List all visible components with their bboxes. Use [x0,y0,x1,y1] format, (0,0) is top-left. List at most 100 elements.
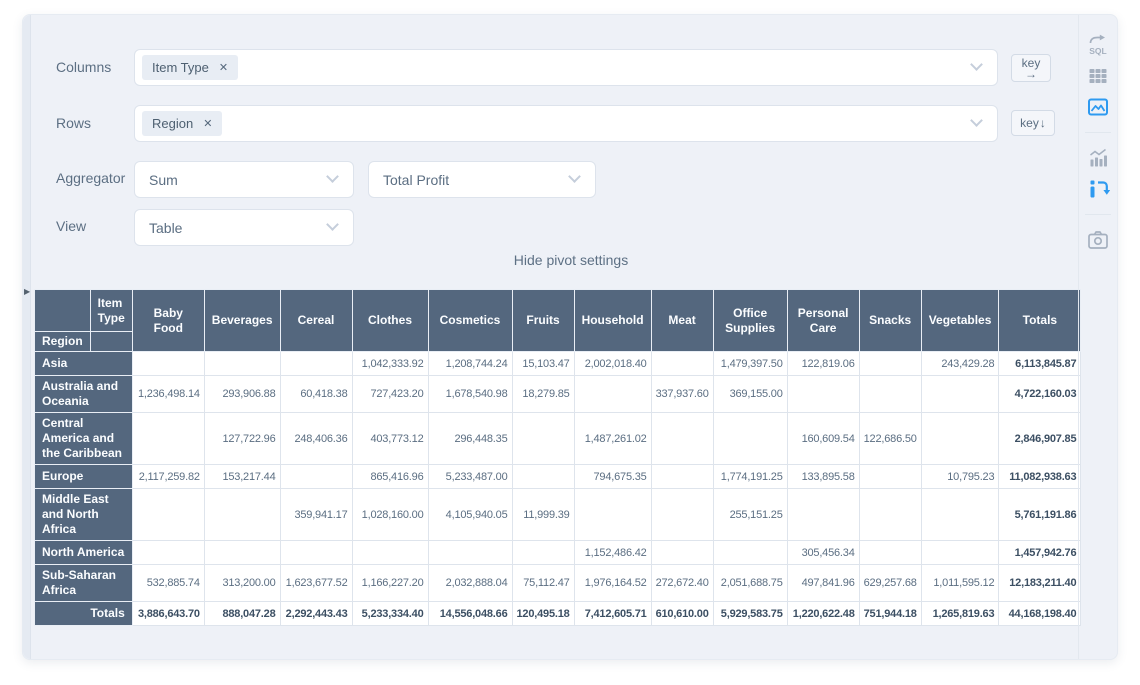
value-cell: 865,416.96 [352,465,428,489]
rows-key-button[interactable]: key ↓ [1011,110,1055,136]
col-total-cell: 751,944.18 [859,602,921,626]
chevron-down-icon [568,170,581,183]
rows-select[interactable]: Region ✕ [134,105,998,142]
value-cell: 160,609.54 [787,413,859,465]
page: ▶ Columns Item Type ✕ key → Rows Region … [0,0,1140,685]
pivot-editor-panel: ▶ Columns Item Type ✕ key → Rows Region … [22,14,1118,660]
svg-text:SQL: SQL [1089,46,1106,56]
value-cell: 122,686.50 [859,413,921,465]
row-total-cell: 4,722,160.03 [999,376,1081,413]
columns-key-button[interactable]: key → [1011,54,1051,82]
bar-chart-icon[interactable] [1086,146,1110,170]
value-cell: 337,937.60 [651,376,713,413]
col-total-cell: 7,412,605.71 [574,602,651,626]
value-cell [787,376,859,413]
value-cell [512,541,574,565]
table-icon[interactable] [1086,64,1110,88]
value-cell [859,465,921,489]
value-cell: 1,208,744.24 [428,352,512,376]
view-select[interactable]: Table [134,209,354,246]
col-header: Baby Food [132,290,204,352]
value-cell [921,541,999,565]
collapse-handle-icon[interactable]: ▶ [24,287,30,297]
value-cell [132,541,204,565]
col-total-cell: 610,610.00 [651,602,713,626]
col-total-cell: 5,929,583.75 [713,602,787,626]
aggregator-select[interactable]: Sum [134,161,354,198]
row-header: Middle East and North Africa [35,489,133,541]
value-cell: 18,279.85 [512,376,574,413]
tag-label: Region [152,116,193,131]
col-header: Household [574,290,651,352]
value-cell: 248,406.36 [280,413,352,465]
row-header: Central America and the Caribbean [35,413,133,465]
value-cell: 11,999.39 [512,489,574,541]
value-cell: 305,456.34 [787,541,859,565]
value-cell: 10,795.23 [921,465,999,489]
aggregator-field-value: Total Profit [383,172,449,188]
value-cell [921,489,999,541]
value-cell: 1,678,540.98 [428,376,512,413]
value-cell [713,413,787,465]
value-cell: 5,233,487.00 [428,465,512,489]
value-cell: 122,819.06 [787,352,859,376]
row-header: North America [35,541,133,565]
row-total-cell: 11,082,938.63 [999,465,1081,489]
tag-label: Item Type [152,60,209,75]
value-cell [204,352,280,376]
value-cell [859,541,921,565]
col-header: Meat [651,290,713,352]
aggregator-value: Sum [149,172,178,188]
col-header: Vegetables [921,290,999,352]
value-cell: 532,885.74 [132,565,204,602]
panel-collapse-strip: ▶ [23,15,31,659]
grand-total-cell: 44,168,198.40 [999,602,1081,626]
remove-tag-icon[interactable]: ✕ [203,117,212,130]
value-cell [651,465,713,489]
pivot-icon[interactable] [1086,177,1110,201]
chevron-down-icon [970,114,983,127]
col-total-cell: 1,220,622.48 [787,602,859,626]
value-cell: 293,906.88 [204,376,280,413]
col-header: Personal Care [787,290,859,352]
value-cell: 1,042,333.92 [352,352,428,376]
value-cell: 1,623,677.52 [280,565,352,602]
value-cell: 15,103.47 [512,352,574,376]
value-cell: 127,722.96 [204,413,280,465]
col-header: Cosmetics [428,290,512,352]
value-cell: 403,773.12 [352,413,428,465]
columns-tag-item-type[interactable]: Item Type ✕ [142,55,238,80]
col-total-cell: 3,886,643.70 [132,602,204,626]
sql-icon[interactable]: SQL [1086,33,1110,57]
value-cell [921,376,999,413]
value-cell [512,413,574,465]
value-cell: 296,448.35 [428,413,512,465]
remove-tag-icon[interactable]: ✕ [219,61,228,74]
col-header: Beverages [204,290,280,352]
value-cell: 255,151.25 [713,489,787,541]
chevron-down-icon [326,170,339,183]
camera-icon[interactable] [1086,228,1110,252]
toolbar-divider [1085,132,1111,133]
col-total-cell: 1,265,819.63 [921,602,999,626]
value-cell: 1,479,397.50 [713,352,787,376]
value-cell [204,489,280,541]
value-cell: 1,152,486.42 [574,541,651,565]
value-cell [859,376,921,413]
image-icon[interactable] [1086,95,1110,119]
value-cell: 497,841.96 [787,565,859,602]
hide-pivot-settings-link[interactable]: Hide pivot settings [23,252,1119,268]
value-cell [859,489,921,541]
toolbar-divider [1085,214,1111,215]
arrow-down-icon: ↓ [1040,118,1046,128]
row-total-cell: 6,113,845.87 [999,352,1081,376]
aggregator-field-select[interactable]: Total Profit [368,161,596,198]
value-cell: 794,675.35 [574,465,651,489]
value-cell: 2,002,018.40 [574,352,651,376]
value-cell [352,541,428,565]
value-cell: 369,155.00 [713,376,787,413]
value-cell: 1,487,261.02 [574,413,651,465]
columns-select[interactable]: Item Type ✕ [134,49,998,86]
value-cell: 1,976,164.52 [574,565,651,602]
rows-tag-region[interactable]: Region ✕ [142,111,222,136]
